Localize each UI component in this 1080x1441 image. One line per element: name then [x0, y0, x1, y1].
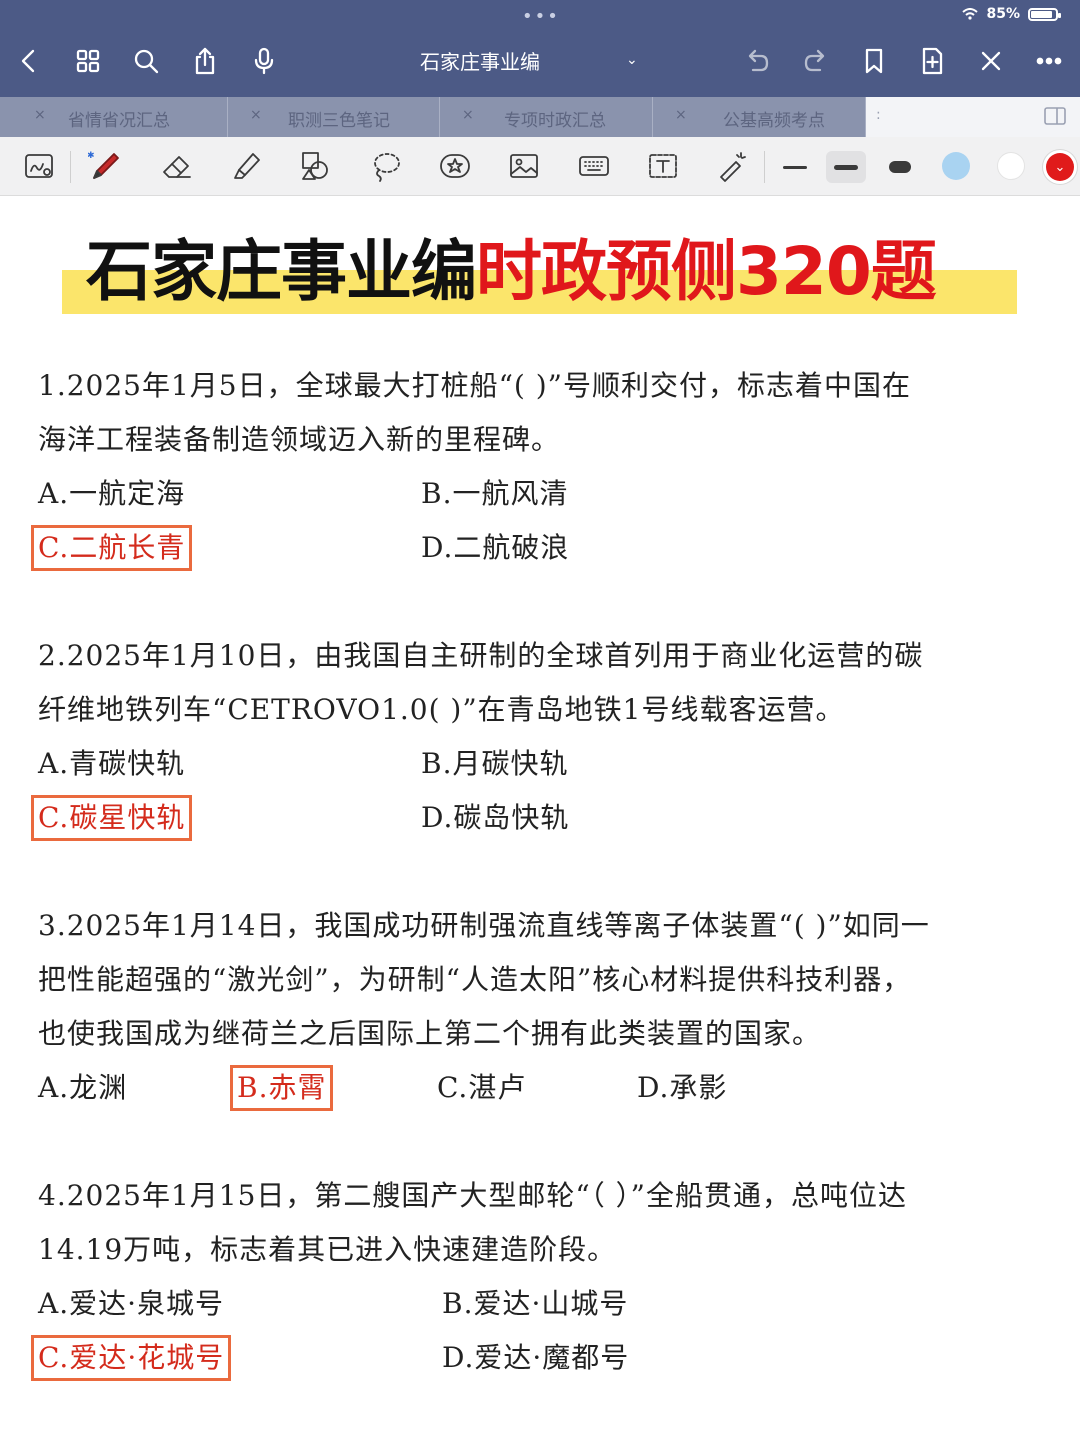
banner-title-black: 石家庄事业编: [86, 233, 477, 310]
split-view-icon[interactable]: [1044, 107, 1066, 125]
highlighter-icon[interactable]: [228, 147, 266, 185]
question-4-option-a: A.爱达·泉城号: [38, 1287, 225, 1320]
multitask-dots[interactable]: •••: [522, 6, 560, 27]
tab-close-icon[interactable]: ×: [675, 107, 687, 123]
status-indicators: 85%: [962, 6, 1061, 22]
laser-pointer-icon[interactable]: [713, 147, 751, 185]
search-icon[interactable]: [129, 44, 163, 78]
status-bar: ••• 85%: [0, 0, 1080, 34]
undo-icon[interactable]: [740, 44, 774, 78]
tab-close-icon[interactable]: ×: [462, 107, 474, 123]
stroke-medium[interactable]: [826, 151, 866, 183]
question-3-option-c: C.湛卢: [437, 1071, 527, 1104]
question-3-option-d: D.承影: [637, 1071, 728, 1104]
stroke-thick[interactable]: [880, 151, 920, 183]
shape-tool-icon[interactable]: [297, 147, 335, 185]
tab-close-icon[interactable]: ×: [34, 107, 46, 123]
banner-title-red: 时政预侧320题: [476, 233, 937, 310]
color-swatch-blue[interactable]: [942, 152, 970, 180]
color-swatch-red-selected[interactable]: ⌄: [1046, 153, 1074, 181]
eraser-icon[interactable]: [158, 147, 196, 185]
share-icon[interactable]: [188, 44, 222, 78]
toolbar-divider: [70, 151, 71, 183]
pen-icon[interactable]: ✱: [86, 147, 124, 185]
document-tabs: × 省情省况汇总 × 职测三色笔记 × 专项时政汇总 × 公基高频考点 :: [0, 97, 1080, 137]
redo-icon[interactable]: [799, 44, 833, 78]
battery-icon: [1028, 7, 1061, 21]
tab-active[interactable]: :: [866, 97, 1080, 137]
question-1-option-c-answer: C.二航长青: [31, 525, 193, 571]
question-4-option-d: D.爱达·魔都号: [442, 1341, 630, 1374]
battery-percent: 85%: [986, 6, 1020, 22]
page-banner: 石家庄事业编时政预侧320题: [62, 226, 1017, 318]
add-page-icon[interactable]: [915, 44, 949, 78]
question-2-line-1: 2.2025年1月10日，由我国自主研制的全球首列用于商业化运营的碳: [38, 639, 924, 672]
app-top-bar: ••• 85% 石家庄事业编 ⌄: [0, 0, 1080, 97]
question-4-line-2: 14.19万吨，标志着其已进入快速建造阶段。: [38, 1233, 617, 1266]
bookmark-icon[interactable]: [857, 44, 891, 78]
question-3-line-1: 3.2025年1月14日，我国成功研制强流直线等离子体装置“( )”如同一: [38, 909, 930, 942]
question-2-line-2: 纤维地铁列车“CETROVO1.0( )”在青岛地铁1号线载客运营。: [38, 693, 845, 726]
stroke-thin[interactable]: [775, 151, 815, 183]
tab-label: 职测三色笔记: [288, 111, 390, 131]
microphone-icon[interactable]: [247, 44, 281, 78]
back-icon[interactable]: [12, 44, 46, 78]
read-mode-icon[interactable]: [20, 147, 58, 185]
toolbar-divider: [764, 151, 765, 183]
grid-view-icon[interactable]: [71, 44, 105, 78]
more-options-icon[interactable]: [1032, 44, 1066, 78]
question-2-option-d: D.碳岛快轨: [421, 801, 570, 834]
svg-text:✱: ✱: [88, 151, 95, 161]
tab-label: 省情省况汇总: [68, 111, 170, 131]
question-1-option-b: B.一航风清: [421, 477, 569, 510]
question-4-option-b: B.爱达·山城号: [442, 1287, 629, 1320]
question-1-option-a: A.一航定海: [38, 477, 186, 510]
question-1-line-2: 海洋工程装备制造领域迈入新的里程碑。: [38, 423, 561, 456]
question-2-option-b: B.月碳快轨: [421, 747, 569, 780]
tab-three-color-notes[interactable]: × 职测三色笔记: [228, 97, 440, 137]
question-3-line-3: 也使我国成为继荷兰之后国际上第二个拥有此类装置的国家。: [38, 1017, 822, 1050]
document-title[interactable]: 石家庄事业编: [380, 46, 580, 75]
tab-current-affairs[interactable]: × 专项时政汇总: [440, 97, 653, 137]
image-icon[interactable]: [505, 147, 543, 185]
question-3-line-2: 把性能超强的“激光剑”，为研制“人造太阳”核心材料提供科技利器，: [38, 963, 912, 996]
text-box-icon[interactable]: [644, 147, 682, 185]
tab-label: 公基高频考点: [723, 111, 825, 131]
keyboard-icon[interactable]: [575, 147, 613, 185]
question-3-option-b-answer: B.赤霄: [230, 1065, 334, 1111]
color-swatch-white[interactable]: [997, 152, 1025, 180]
tab-province-summary[interactable]: × 省情省况汇总: [12, 97, 228, 137]
page-title: 石家庄事业编时政预侧320题: [86, 226, 937, 318]
question-1-line-1: 1.2025年1月5日，全球最大打桩船“( )”号顺利交付，标志着中国在: [38, 369, 911, 402]
wifi-icon: [962, 8, 979, 20]
tab-handle-icon[interactable]: :: [876, 107, 881, 123]
lasso-icon[interactable]: [367, 147, 405, 185]
annotation-toolbar: ✱ ⌄: [0, 137, 1080, 196]
question-2-option-a: A.青碳快轨: [38, 747, 186, 780]
question-2-option-c-answer: C.碳星快轨: [31, 795, 193, 841]
tab-label: 专项时政汇总: [504, 111, 606, 131]
question-1-option-d: D.二航破浪: [421, 531, 570, 564]
sticker-icon[interactable]: [436, 147, 474, 185]
question-4-line-1: 4.2025年1月15日，第二艘国产大型邮轮“（ ）”全船贯通，总吨位达: [38, 1179, 907, 1212]
question-3-option-a: A.龙渊: [38, 1071, 128, 1104]
chevron-down-icon[interactable]: ⌄: [626, 52, 638, 68]
close-icon[interactable]: [974, 44, 1008, 78]
tab-public-basics[interactable]: × 公基高频考点: [653, 97, 866, 137]
question-4-option-c-answer: C.爱达·花城号: [31, 1335, 232, 1381]
tab-close-icon[interactable]: ×: [250, 107, 262, 123]
